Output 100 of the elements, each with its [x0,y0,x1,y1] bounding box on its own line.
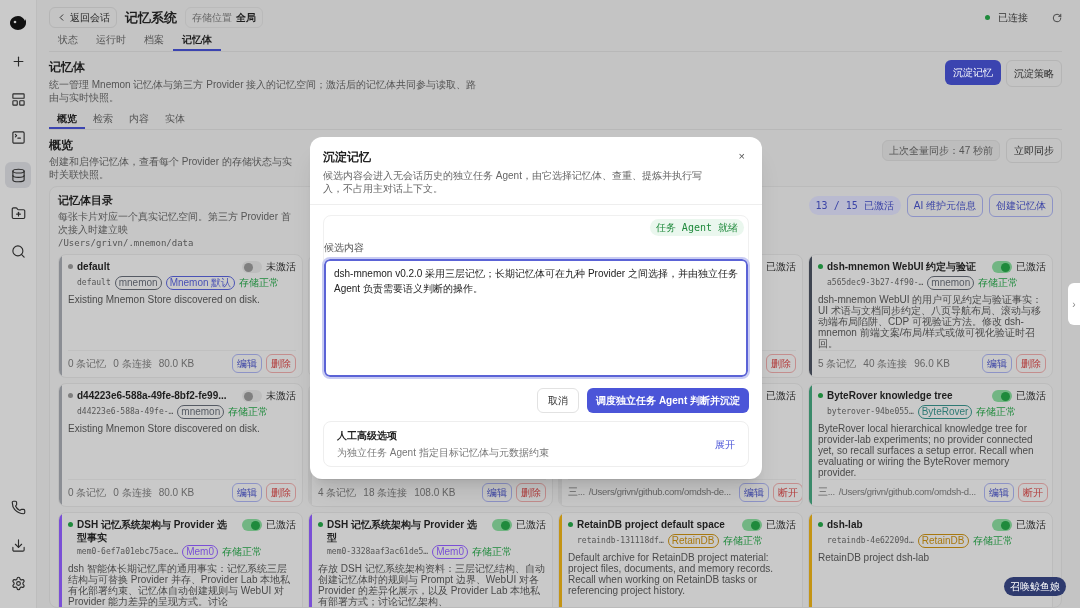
subtab[interactable]: 内容 [121,110,157,129]
card-id: retaindb-131118df… [577,534,664,547]
submit-button[interactable]: 调度独立任务 Agent 判断并沉淀 [587,388,749,413]
status-label: 已激活 [766,389,796,402]
status-label: 已激活 [516,518,546,531]
mascot-button[interactable]: 召唤鲸鱼娘 [1004,577,1066,596]
danger-button[interactable]: 断开 [1017,483,1048,502]
logo-icon [9,15,27,31]
refresh-icon[interactable] [1052,12,1062,23]
cancel-button[interactable]: 取消 [537,388,580,413]
expand-link[interactable]: 展开 [715,436,735,452]
card-stat: 5 条记忆 [818,357,857,371]
section-title: 记忆体 [49,59,86,76]
edit-button[interactable]: 编辑 [232,354,262,373]
card-description: RetainDB project dsh-lab [818,552,931,563]
card-description: Existing Mnemon Store discovered on disk. [68,294,261,305]
ai-metadata-button[interactable]: AI 维护元信息 [906,194,983,217]
status-label: 已激活 [1016,260,1046,273]
status-label: 已激活 [766,518,796,531]
database-icon [10,167,26,183]
storage-status: 存储正常 [722,534,763,548]
card-title: dsh-mnemon WebUI 约定与验证 [827,260,977,273]
storage-status: 存储正常 [239,276,280,290]
card-title: ByteRover knowledge tree [827,389,953,402]
toggle-switch[interactable] [492,519,512,531]
card-title: DSH 记忆系统架构与 Provider 选型 [327,518,479,544]
status-label: 已激活 [1016,518,1046,531]
card-description: Existing Mnemon Store discovered on disk. [68,423,261,434]
toggle-switch[interactable] [992,390,1012,402]
card-stat: 96.0 KB [914,357,950,371]
danger-button[interactable]: 删除 [516,483,546,502]
card-id: retaindb-4e62209d… [827,534,914,547]
card-description: 存放 DSH 记忆系统架构资料：三层记忆结构、自动创建记忆体时的规则与 Prompt 边界、WebUI 对各 Provider 的差异化展示，以及 Provider Lab 本地私有部署方式；讨论记忆架构、 [318,563,546,607]
status-label: 已激活 [266,518,296,531]
storage-status: 存储正常 [972,534,1013,548]
storage-status: 存储正常 [978,276,1019,290]
edit-button[interactable]: 编辑 [982,354,1012,373]
card-description: Default archive for RetainDB project material: project files, documents, and memory records. Recall when working on RetainDB tasks or referencing project history. [568,552,775,596]
edit-button[interactable]: 编辑 [738,483,769,502]
toggle-switch[interactable] [992,261,1012,273]
card-id: d44223e6-588a-49fe-… [77,405,174,418]
close-button[interactable]: × [734,148,749,165]
danger-button[interactable]: 删除 [1016,354,1046,373]
subtab[interactable]: 检索 [85,110,121,129]
settings-icon [10,575,26,591]
terminal-icon [10,129,26,145]
toggle-switch[interactable] [742,519,762,531]
card-id: a565dec9-3b27-4f90-… [827,276,924,289]
card-path: 三... [818,485,835,500]
danger-button[interactable]: 删除 [266,483,296,502]
card-stat: 4 条记忆 [318,486,357,500]
edit-button[interactable]: 编辑 [983,483,1014,502]
edit-button[interactable]: 编辑 [482,483,512,502]
card-title: DSH 记忆系统架构与 Provider 选型事实 [77,518,229,544]
content-textarea[interactable]: dsh-mnemon v0.2.0 采用三层记忆；长期记忆体可在九种 Provider 之间选择，并由独立任务 Agent 负责需要语义判断的操作。 [324,259,748,377]
connection-status: 已连接 [998,11,1028,25]
card-stat: 0 条连接 [113,486,152,500]
tab[interactable]: 运行时 [87,30,135,51]
primary-button[interactable]: 沉淀记忆 [945,60,1001,85]
card-stat: 0 条记忆 [68,357,107,371]
catalog-description: 每张卡片对应一个真实记忆空间。第三方 Provider 首次接入时建立映 [58,209,292,236]
card-title: dsh-lab [827,518,863,531]
card-stat: 80.0 KB [158,357,195,371]
dialog-description: 候选内容会进入无会话历史的独立任务 Agent，由它选择记忆体、查重、提炼并执行写入，不占用主对话上下文。 [323,169,703,195]
danger-button[interactable]: 删除 [266,354,296,373]
subtab[interactable]: 实体 [157,110,193,129]
card-description: dsh-mnemon WebUI 的用户可见约定与验证事实：UI 术语与文档同步约定、八页导航布局、滚动与移动端布局陷阱、CDP 可视验证方法。修改 dsh-mnemon 前端文案/布局/样式或做可视化验证时召回。 [818,294,1044,349]
toggle-switch[interactable] [242,390,262,402]
tab[interactable]: 档案 [135,30,173,51]
tab[interactable]: 记忆体 [173,30,221,51]
tab[interactable]: 状态 [49,30,87,51]
card-stat: 0 条连接 [113,357,152,371]
card-id: mem0-3328aaf3ac61de5… [327,545,429,558]
create-button[interactable]: 创建记忆体 [989,194,1053,217]
storage-status: 存储正常 [228,405,269,419]
card-id: byterover-94be055… [827,405,914,418]
card-title: RetainDB project default space [577,518,725,531]
edit-button[interactable]: 编辑 [232,483,262,502]
card-stat: 18 条连接 [363,486,408,500]
card-path: /Users/grivn/github.com/omdsh-d... [838,485,976,500]
scope-label: 存储位置 [192,11,232,25]
storage-status: 存储正常 [221,545,262,559]
sidebar-item[interactable] [5,162,31,188]
subtab[interactable]: 概览 [49,110,85,129]
toggle-switch[interactable] [242,261,262,273]
side-panel-handle[interactable]: › [1068,283,1080,325]
toggle-switch[interactable] [242,519,262,531]
overview-description: 创建和启停记忆体，查看每个 Provider 的存储状态与实时关联快照。 [49,155,293,181]
secondary-button[interactable]: 沉淀策略 [1006,60,1062,87]
card-id: mem0-6ef7a01ebc75ace… [77,545,179,558]
toggle-switch[interactable] [992,519,1012,531]
card-title: d44223e6-588a-49fe-8bf2-fe99... [77,389,227,402]
dialog-title: 沉淀记忆 [323,149,372,166]
back-button[interactable]: 返回会话 [49,7,117,28]
sync-button[interactable]: 立即同步 [1006,138,1062,163]
search-icon [10,243,26,259]
danger-button[interactable]: 删除 [766,354,796,373]
card-title: default [77,260,110,273]
card-path: 三... [568,485,585,500]
storage-status: 存储正常 [976,405,1017,419]
